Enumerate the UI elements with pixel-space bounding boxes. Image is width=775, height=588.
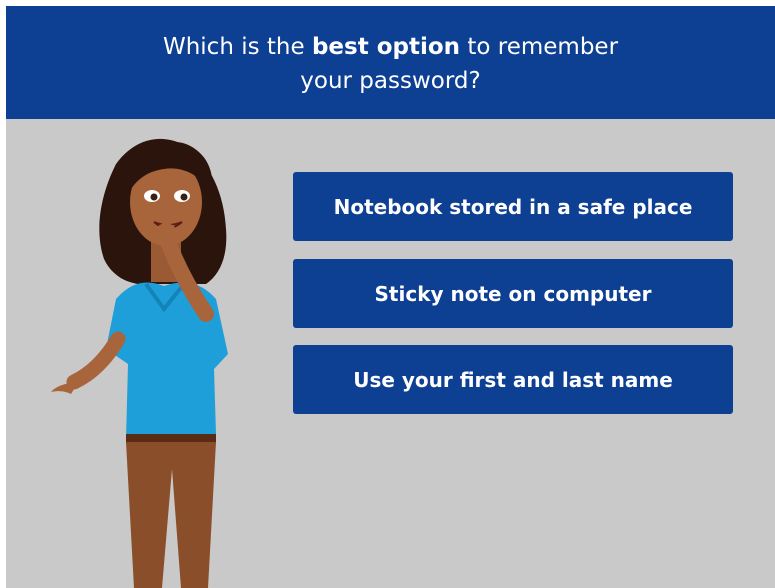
character-illustration: [51, 138, 228, 588]
answer-option-label: Sticky note on computer: [374, 281, 652, 306]
question-prefix: Which is the: [162, 34, 305, 60]
answer-option-label: Use your first and last name: [353, 367, 673, 392]
left-pupil: [150, 193, 158, 201]
left-arm: [66, 331, 126, 390]
answer-option-sticky-note[interactable]: Sticky note on computer: [293, 259, 733, 328]
slide-frame: Which is the best option to remember you…: [6, 6, 775, 588]
chin-hand: [155, 223, 177, 245]
pants: [126, 442, 216, 588]
question-line-1: Which is the best option to remember: [6, 33, 775, 61]
question-suffix: to remember: [467, 34, 619, 60]
left-hand: [51, 382, 76, 394]
question-emphasis: best option: [311, 34, 461, 60]
answer-option-notebook[interactable]: Notebook stored in a safe place: [293, 172, 733, 241]
question-line-2: your password?: [300, 68, 481, 94]
answer-option-label: Notebook stored in a safe place: [333, 194, 693, 219]
right-pupil: [180, 193, 188, 201]
question-header: Which is the best option to remember you…: [6, 6, 775, 119]
answer-option-name[interactable]: Use your first and last name: [293, 345, 733, 414]
